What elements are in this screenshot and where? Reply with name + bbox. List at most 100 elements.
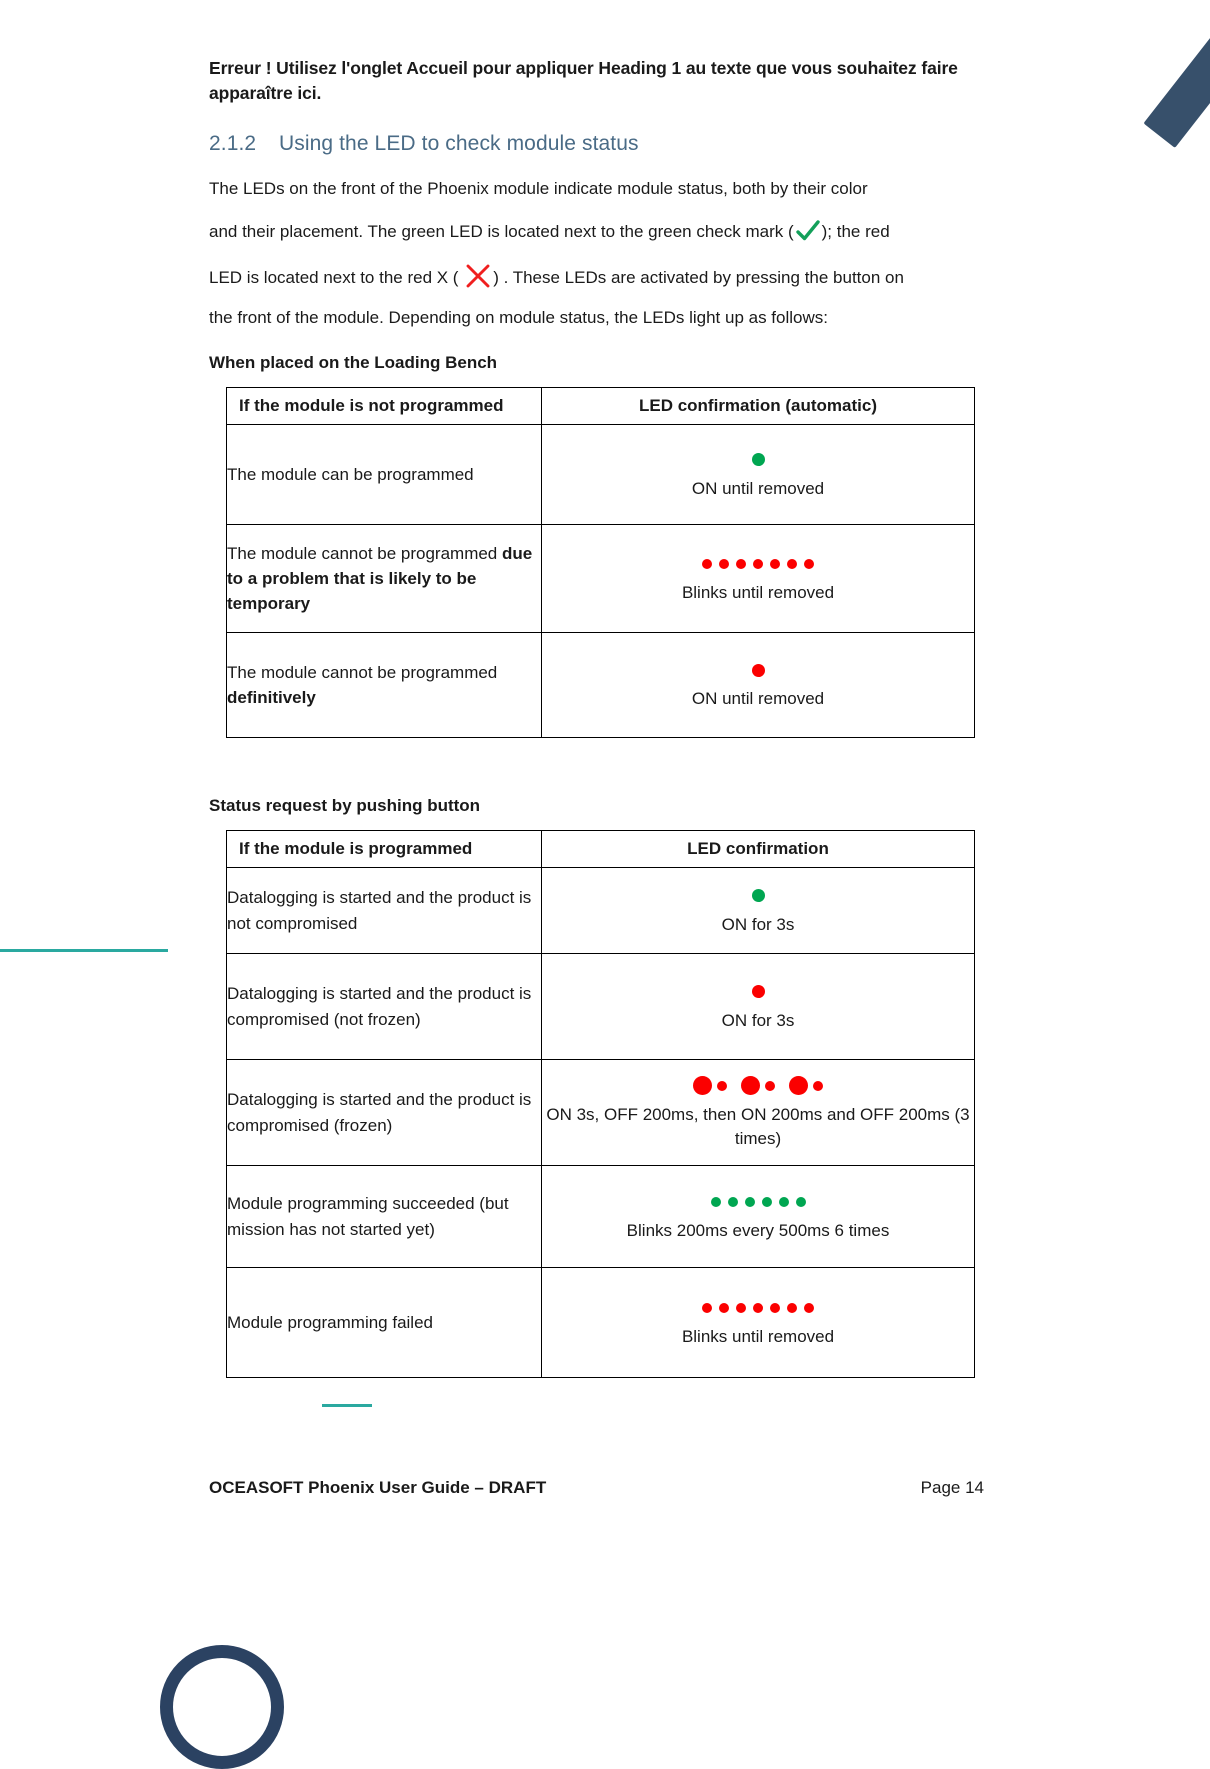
condition-cell: Datalogging is started and the product i… (226, 1059, 542, 1167)
condition-text-bold: definitively (227, 688, 316, 708)
led-indicator-solid-red (542, 659, 974, 681)
section-heading-number: 2.1.2 (209, 131, 257, 155)
table-row: Module programming failed Blinks until r… (226, 1267, 975, 1379)
led-dot-red-small-icon (717, 1080, 727, 1091)
footer-title: OCEASOFT Phoenix User Guide – DRAFT (209, 1478, 547, 1497)
column-header-condition: If the module is not programmed (226, 387, 542, 426)
intro-line-3-after: ) . These LEDs are activated by pressing… (493, 268, 904, 288)
intro-line-4: the front of the module. Depending on mo… (209, 308, 828, 328)
section-heading-title: Using the LED to check module status (279, 131, 639, 155)
teal-dash-decoration (322, 1404, 372, 1407)
condition-cell: The module cannot be programmed due to a… (226, 524, 542, 634)
led-dot-red-icon (702, 1302, 712, 1313)
intro-line-2-after: ); the red (821, 221, 890, 241)
led-dot-red-icon (751, 663, 765, 677)
confirmation-cell: Blinks 200ms every 500ms 6 times (541, 1165, 975, 1269)
condition-cell: Datalogging is started and the product i… (226, 867, 542, 955)
led-dot-green-icon (751, 889, 765, 903)
intro-line-3-before: LED is located next to the red X ( (209, 268, 464, 288)
led-dot-red-icon (751, 985, 765, 999)
led-blink-pair (693, 1076, 727, 1096)
led-indicator-solid-green (542, 885, 974, 907)
confirmation-cell: Blinks until removed (541, 1267, 975, 1379)
error-notice: Erreur ! Utilisez l'onglet Accueil pour … (209, 58, 958, 103)
table-header-row: If the module is not programmed LED conf… (226, 387, 975, 426)
led-dot-green-icon (751, 453, 765, 467)
led-dot-red-icon (719, 1302, 729, 1313)
condition-cell: Module programming succeeded (but missio… (226, 1165, 542, 1269)
teal-rule-decoration (0, 949, 168, 952)
led-dot-red-icon (787, 558, 797, 569)
table-header-row: If the module is programmed LED confirma… (226, 830, 975, 869)
condition-text: The module cannot be programmed (227, 543, 502, 563)
column-header-condition: If the module is programmed (226, 830, 542, 869)
condition-text: The module can be programmed (227, 464, 474, 484)
led-dot-red-icon (693, 1076, 712, 1096)
led-indicator-blink-red (542, 1297, 974, 1319)
table-row: The module cannot be programmed due to a… (226, 524, 975, 634)
led-indicator-blink-red (542, 553, 974, 575)
document-page: Erreur ! Utilisez l'onglet Accueil pour … (0, 0, 1210, 1769)
led-blink-pair (789, 1076, 823, 1096)
condition-cell: The module can be programmed (226, 424, 542, 526)
condition-cell: Module programming failed (226, 1267, 542, 1379)
confirmation-cell: ON for 3s (541, 953, 975, 1061)
led-dot-red-icon (770, 558, 780, 569)
page-footer: OCEASOFT Phoenix User Guide – DRAFT Page… (209, 1478, 984, 1498)
led-dot-red-icon (804, 1302, 814, 1313)
led-indicator-solid-red (542, 981, 974, 1003)
confirmation-cell: Blinks until removed (541, 524, 975, 634)
intro-line-1: The LEDs on the front of the Phoenix mod… (209, 178, 868, 198)
led-dot-green-icon (710, 1196, 721, 1207)
led-dot-red-icon (736, 1302, 746, 1313)
table-row: The module cannot be programmed definiti… (226, 632, 975, 739)
status-request-subhead: Status request by pushing button (209, 796, 481, 816)
led-dot-green-icon (727, 1196, 738, 1207)
led-indicator-solid-green (542, 449, 974, 471)
table-row: Module programming succeeded (but missio… (226, 1165, 975, 1269)
led-indicator-blink-green (542, 1191, 974, 1213)
footer-page-number: Page 14 (920, 1478, 984, 1497)
status-request-table: If the module is programmed LED confirma… (226, 830, 975, 1379)
led-dot-green-icon (778, 1196, 789, 1207)
led-dot-red-icon (719, 558, 729, 569)
led-dot-red-icon (741, 1076, 760, 1096)
led-dot-green-icon (761, 1196, 772, 1207)
loading-bench-subhead: When placed on the Loading Bench (209, 353, 498, 373)
confirmation-caption: ON until removed (691, 689, 825, 709)
led-dot-red-icon (753, 1302, 763, 1313)
section-heading: 2.1.2 Using the LED to check module stat… (209, 132, 984, 156)
condition-cell: The module cannot be programmed definiti… (226, 632, 542, 739)
navy-diagonal-decoration (1143, 0, 1210, 148)
column-header-confirmation: LED confirmation (automatic) (541, 387, 975, 426)
table-row: Datalogging is started and the product i… (226, 953, 975, 1061)
led-dot-green-icon (744, 1196, 755, 1207)
led-dot-red-icon (804, 558, 814, 569)
led-dot-red-small-icon (813, 1080, 823, 1091)
led-dot-red-icon (789, 1076, 808, 1096)
column-header-confirmation: LED confirmation (541, 830, 975, 869)
intro-line-2-before: and their placement. The green LED is lo… (209, 221, 794, 241)
condition-text: The module cannot be programmed (227, 662, 498, 682)
confirmation-caption: Blinks 200ms every 500ms 6 times (626, 1220, 890, 1240)
confirmation-caption: Blinks until removed (681, 582, 835, 602)
led-indicator-pairs-red (542, 1075, 974, 1097)
confirmation-cell: ON for 3s (541, 867, 975, 955)
red-x-icon (464, 263, 492, 297)
condition-cell: Datalogging is started and the product i… (226, 953, 542, 1061)
green-check-icon (795, 219, 821, 256)
confirmation-cell: ON 3s, OFF 200ms, then ON 200ms and OFF … (541, 1059, 975, 1167)
led-dot-red-icon (753, 558, 763, 569)
intro-line-2: and their placement. The green LED is lo… (209, 215, 984, 256)
confirmation-caption: Blinks until removed (681, 1326, 835, 1346)
table-row: Datalogging is started and the product i… (226, 1059, 975, 1167)
loading-bench-table: If the module is not programmed LED conf… (226, 387, 975, 739)
confirmation-caption: ON until removed (691, 478, 825, 498)
confirmation-caption: ON 3s, OFF 200ms, then ON 200ms and OFF … (546, 1104, 970, 1148)
led-blink-pair (741, 1076, 775, 1096)
intro-line-3: LED is located next to the red X ( ) . T… (209, 263, 984, 297)
confirmation-cell: ON until removed (541, 632, 975, 739)
led-dot-red-icon (787, 1302, 797, 1313)
led-dot-green-icon (795, 1196, 806, 1207)
